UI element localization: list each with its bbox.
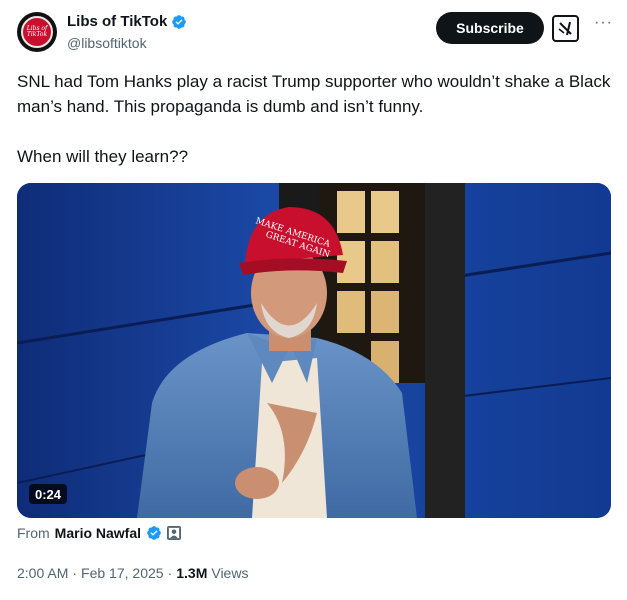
author-avatar[interactable]: Libs of TikTok — [17, 12, 57, 52]
attribution-row: From Mario Nawfal — [17, 525, 182, 541]
video-player[interactable]: MAKE AMERICA GREAT AGAIN — [17, 183, 611, 518]
tweet-time[interactable]: 2:00 AM — [17, 565, 68, 581]
tweet-card: Libs of TikTok Libs of TikTok @libsoftik… — [0, 0, 627, 600]
grok-glyph-icon — [558, 21, 572, 36]
affiliate-badge-icon — [167, 526, 182, 540]
grok-icon[interactable] — [552, 15, 579, 42]
tweet-meta-row: 2:00 AM · Feb 17, 2025 · 1.3M Views — [17, 565, 248, 581]
views-count: 1.3M — [176, 565, 208, 581]
video-thumbnail: MAKE AMERICA GREAT AGAIN — [17, 183, 611, 518]
video-duration-badge: 0:24 — [29, 484, 68, 504]
verified-badge-icon — [172, 14, 187, 29]
views-label: Views — [211, 565, 249, 581]
tweet-text-paragraph-2: When will they learn?? — [17, 147, 189, 166]
tweet-text-paragraph-1: SNL had Tom Hanks play a racist Trump su… — [17, 72, 611, 116]
more-icon[interactable]: ··· — [594, 14, 613, 32]
attribution-name[interactable]: Mario Nawfal — [55, 525, 141, 541]
meta-separator: · — [167, 565, 173, 581]
author-handle[interactable]: @libsoftiktok — [67, 35, 147, 51]
attribution-prefix: From — [17, 525, 50, 541]
avatar-logo-text: Libs of TikTok — [26, 25, 48, 38]
author-display-name[interactable]: Libs of TikTok — [67, 13, 167, 30]
subscribe-button[interactable]: Subscribe — [436, 12, 544, 44]
tweet-date[interactable]: Feb 17, 2025 — [81, 565, 164, 581]
tweet-text: SNL had Tom Hanks play a racist Trump su… — [17, 69, 617, 169]
author-name-row: Libs of TikTok — [67, 13, 187, 30]
meta-separator: · — [72, 565, 78, 581]
avatar-logo: Libs of TikTok — [21, 16, 53, 48]
attribution-verified-icon — [147, 526, 161, 540]
